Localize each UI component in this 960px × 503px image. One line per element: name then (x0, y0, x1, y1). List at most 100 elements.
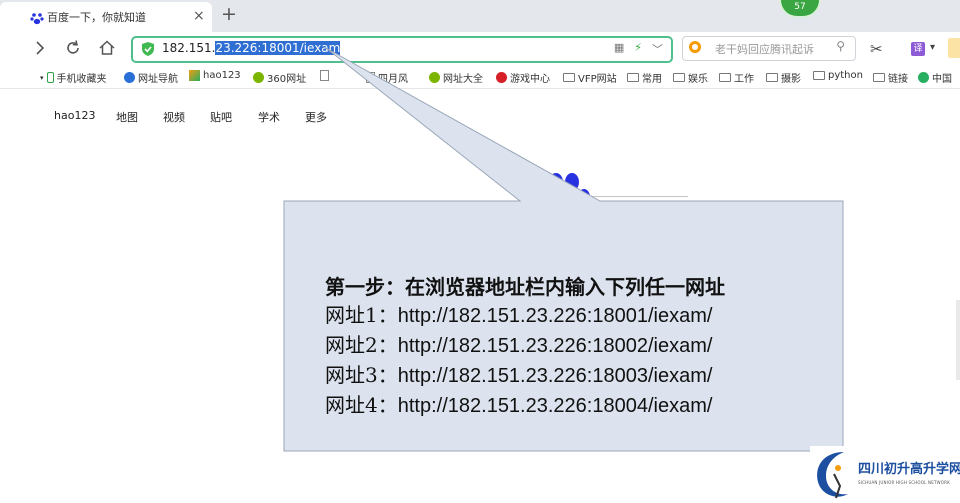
phone-icon (46, 72, 54, 83)
bookmark-item[interactable]: 网址导航 (124, 70, 178, 85)
nav-link-hao123[interactable]: hao123 (54, 109, 95, 122)
bookmark-label: 常用 (642, 74, 662, 85)
url-label: 网址4： (325, 393, 398, 417)
bookmark-label: python (828, 70, 863, 81)
bookmarks-bar: ▾ 手机收藏夹 网址导航 hao123 360网址 四月风 网址大全 游戏中心 V… (0, 66, 960, 89)
scrollbar-edge[interactable] (956, 300, 960, 380)
folder-icon (673, 73, 685, 82)
bookmark-label: 链接 (888, 74, 908, 85)
url-label: 网址1： (325, 303, 398, 327)
tab-title: 百度一下，你就知道 (47, 11, 146, 24)
folder-icon (873, 73, 885, 82)
toolbar: 182.151.23.226:18001/iexam ▦ ⚡ ﹀ 老干妈回应腾讯… (0, 32, 960, 66)
nav-link-video[interactable]: 视频 (163, 109, 185, 125)
globe-icon (918, 72, 929, 83)
bookmark-item[interactable]: 链接 (873, 70, 908, 85)
bookmark-item[interactable]: python (813, 70, 863, 81)
baidu-paw-logo (538, 173, 590, 208)
bookmark-item[interactable]: 常用 (627, 70, 662, 85)
bookmark-label: VFP网站 (578, 74, 617, 85)
lightning-icon[interactable]: ⚡ (634, 41, 642, 57)
tab-close-button[interactable]: × (193, 8, 205, 24)
game-icon (496, 72, 507, 83)
watermark: 四川初升高升学网 SICHUAN JUNIOR HIGH SCHOOL NETW… (810, 446, 960, 503)
bookmark-label: 娱乐 (688, 74, 708, 85)
url-line: 网址2：http://182.151.23.226:18002/iexam/ (325, 331, 835, 361)
address-selected-text: 23.226:18001/iexam (215, 41, 341, 55)
tab-strip: 百度一下，你就知道 × + 57 (0, 0, 960, 32)
chevron-down-icon: ▾ (40, 73, 44, 82)
notification-badge[interactable]: 57 (779, 0, 821, 18)
nav-link-more[interactable]: 更多 (305, 109, 327, 125)
nav-icon (124, 72, 135, 83)
bookmark-label: 摄影 (781, 74, 801, 85)
bookmark-label: 游戏中心 (510, 74, 550, 85)
hao123-icon (189, 70, 200, 81)
extension-icon[interactable] (948, 38, 960, 58)
forward-icon[interactable] (30, 38, 50, 58)
folder-icon (813, 71, 825, 80)
security-shield-icon (141, 41, 155, 57)
baidu-paw-icon (30, 10, 44, 25)
search-input[interactable]: 老干妈回应腾讯起诉 (715, 41, 814, 57)
nav-link-tieba[interactable]: 贴吧 (210, 109, 232, 125)
bookmark-item[interactable]: 网址大全 (429, 70, 483, 85)
callout-content: 第一步：在浏览器地址栏内输入下列任一网址 网址1：http://182.151.… (325, 273, 835, 421)
bookmark-label: 网址导航 (138, 74, 178, 85)
url-line: 网址3：http://182.151.23.226:18003/iexam/ (325, 361, 835, 391)
address-text[interactable]: 182.151.23.226:18001/iexam (162, 41, 341, 55)
watermark-title: 四川初升高升学网 (858, 462, 960, 477)
bookmark-item[interactable]: 娱乐 (673, 70, 708, 85)
chevron-down-icon[interactable]: ﹀ (652, 41, 663, 57)
bookmark-label: 360网址 (267, 74, 307, 85)
scissors-icon[interactable]: ✂ (870, 40, 883, 58)
bookmark-item[interactable]: 中国 (918, 70, 952, 85)
bookmark-label: 中国 (932, 74, 952, 85)
bookmark-item[interactable]: 四月风 (366, 70, 408, 85)
chevron-down-icon[interactable]: ▾ (930, 42, 935, 53)
address-bar[interactable]: 182.151.23.226:18001/iexam ▦ ⚡ ﹀ (131, 36, 673, 63)
bookmark-item[interactable]: 摄影 (766, 70, 801, 85)
nav-link-academic[interactable]: 学术 (258, 109, 280, 125)
page-icon (366, 72, 375, 83)
search-box[interactable]: 老干妈回应腾讯起诉 ⚲ (682, 36, 856, 61)
browser-tab[interactable]: 百度一下，你就知道 × (0, 2, 212, 32)
url-value: http://182.151.23.226:18001/iexam/ (397, 305, 713, 327)
url-label: 网址3： (325, 363, 398, 387)
bookmark-label: 四月风 (378, 74, 408, 85)
folder-icon (719, 73, 731, 82)
bookmark-label: 网址大全 (443, 74, 483, 85)
360-icon (253, 72, 264, 83)
address-actions: ▦ ⚡ ﹀ (614, 41, 663, 57)
bookmark-item[interactable]: ▾ 手机收藏夹 (40, 70, 107, 85)
url-value: http://182.151.23.226:18004/iexam/ (397, 395, 713, 417)
bookmark-item[interactable]: 工作 (719, 70, 754, 85)
translate-icon[interactable]: 译 (911, 42, 925, 56)
page-icon (320, 70, 329, 81)
search-icon[interactable]: ⚲ (836, 39, 845, 53)
url-value: http://182.151.23.226:18003/iexam/ (397, 365, 713, 387)
folder-icon (766, 73, 778, 82)
bookmark-item[interactable]: 游戏中心 (496, 70, 550, 85)
url-label: 网址2： (325, 333, 398, 357)
watermark-subtitle: SICHUAN JUNIOR HIGH SCHOOL NETWORK (858, 480, 950, 485)
bookmark-label: hao123 (203, 70, 241, 81)
url-value: http://182.151.23.226:18002/iexam/ (397, 335, 713, 357)
bookmark-label: 手机收藏夹 (56, 74, 107, 85)
home-icon[interactable] (97, 38, 117, 58)
url-line: 网址4：http://182.151.23.226:18004/iexam/ (325, 391, 835, 421)
bookmark-label: 工作 (734, 74, 754, 85)
bookmark-item[interactable]: hao123 (189, 70, 241, 81)
watermark-logo-icon (817, 452, 848, 499)
search-engine-icon[interactable] (689, 41, 701, 53)
bookmark-item[interactable] (320, 70, 332, 81)
new-tab-button[interactable]: + (221, 4, 237, 24)
bookmark-item[interactable]: 360网址 (253, 70, 306, 85)
url-line: 网址1：http://182.151.23.226:18001/iexam/ (325, 301, 835, 331)
bookmark-item[interactable]: VFP网站 (563, 70, 617, 85)
360-icon (429, 72, 440, 83)
nav-link-map[interactable]: 地图 (116, 109, 138, 125)
qr-code-icon[interactable]: ▦ (614, 41, 624, 57)
folder-icon (563, 73, 575, 82)
reload-icon[interactable] (63, 38, 83, 58)
